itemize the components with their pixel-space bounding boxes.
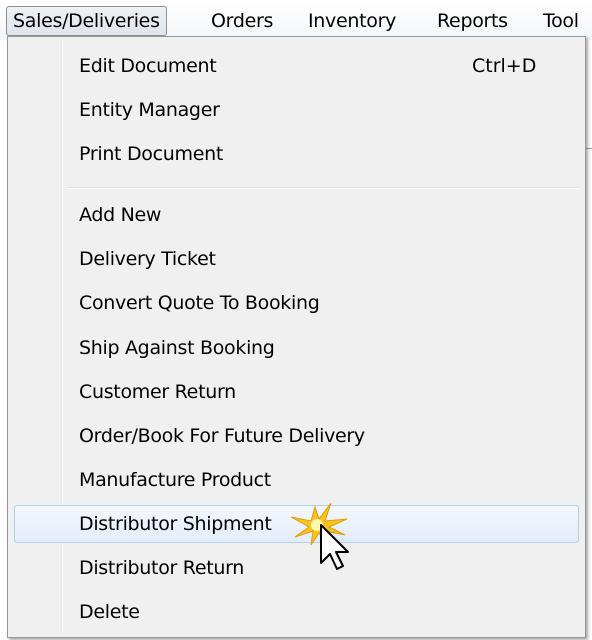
menu-item-delete[interactable]: Delete (14, 595, 579, 629)
click-burst-icon (290, 502, 348, 548)
menu-item-entity-manager[interactable]: Entity Manager (14, 93, 579, 127)
menu-item-label: Add New (79, 204, 162, 226)
menu-item-edit-document[interactable]: Edit Document Ctrl+D (14, 49, 579, 83)
menu-reports[interactable]: Reports (437, 6, 508, 36)
menu-separator (68, 187, 579, 189)
menu-item-order-book-future-delivery[interactable]: Order/Book For Future Delivery (14, 419, 579, 453)
menu-item-label: Delivery Ticket (79, 248, 216, 270)
menu-item-label: Distributor Shipment (79, 513, 272, 535)
menu-item-delivery-ticket[interactable]: Delivery Ticket (14, 242, 579, 276)
mouse-cursor (290, 502, 349, 570)
menu-item-label: Order/Book For Future Delivery (79, 425, 365, 447)
menu-item-label: Ship Against Booking (79, 337, 275, 359)
menu-item-shortcut: Ctrl+D (472, 55, 537, 77)
menu-item-print-document[interactable]: Print Document (14, 137, 579, 171)
menu-item-label: Convert Quote To Booking (79, 292, 320, 314)
menu-item-label: Manufacture Product (79, 469, 271, 491)
menu-item-customer-return[interactable]: Customer Return (14, 375, 579, 409)
menu-item-label: Entity Manager (79, 99, 220, 121)
menu-item-label: Print Document (79, 143, 223, 165)
menu-item-ship-against-booking[interactable]: Ship Against Booking (14, 331, 579, 365)
menu-sales-deliveries[interactable]: Sales/Deliveries (6, 6, 167, 36)
menu-item-label: Edit Document (79, 55, 217, 77)
menu-item-label: Delete (79, 601, 140, 623)
menu-item-label: Customer Return (79, 381, 236, 403)
menu-item-convert-quote-to-booking[interactable]: Convert Quote To Booking (14, 286, 579, 320)
menu-orders[interactable]: Orders (211, 6, 273, 36)
menu-item-label: Distributor Return (79, 557, 245, 579)
menu-bar: Sales/Deliveries Orders Inventory Report… (0, 0, 592, 40)
menu-item-manufacture-product[interactable]: Manufacture Product (14, 463, 579, 497)
menu-inventory[interactable]: Inventory (308, 6, 396, 36)
menu-tools[interactable]: Tool (543, 6, 579, 36)
menu-item-add-new[interactable]: Add New (14, 198, 579, 232)
